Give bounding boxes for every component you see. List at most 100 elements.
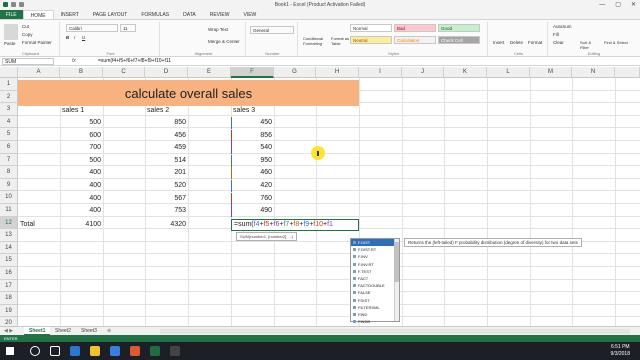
autocomplete-item[interactable]: FACTDOUBLE bbox=[351, 282, 399, 289]
autocomplete-item[interactable]: F.INV.RT bbox=[351, 261, 399, 268]
data-cell-sales1[interactable]: 400 bbox=[60, 180, 101, 192]
data-cell-sales3[interactable]: 420 bbox=[231, 180, 272, 192]
task-view-icon[interactable] bbox=[50, 346, 60, 356]
column-header[interactable]: J bbox=[402, 67, 444, 78]
tab-review[interactable]: REVIEW bbox=[203, 10, 237, 19]
data-cell-sales1[interactable]: 500 bbox=[60, 117, 101, 129]
header-sales2[interactable]: sales 2 bbox=[147, 105, 169, 117]
column-header[interactable]: G bbox=[274, 67, 316, 78]
row-header[interactable]: 3 bbox=[0, 103, 18, 116]
column-header[interactable]: D bbox=[145, 67, 188, 78]
tab-view[interactable]: VIEW bbox=[236, 10, 263, 19]
autocomplete-item[interactable]: F.INV bbox=[351, 253, 399, 260]
row-header[interactable]: 9 bbox=[0, 178, 18, 192]
row-header[interactable]: 8 bbox=[0, 166, 18, 179]
style-normal[interactable]: Normal bbox=[350, 24, 392, 32]
data-cell-sales1[interactable]: 400 bbox=[60, 167, 101, 179]
total-label[interactable]: Total bbox=[20, 219, 35, 231]
autocomplete-item[interactable]: FALSE bbox=[351, 289, 399, 296]
function-tooltip[interactable]: SUM(number1, [number2], ...) bbox=[236, 232, 298, 241]
row-header[interactable]: 10 bbox=[0, 191, 18, 204]
row-header[interactable]: 6 bbox=[0, 141, 18, 154]
copy-button[interactable]: Copy bbox=[22, 32, 33, 37]
column-header[interactable]: E bbox=[188, 67, 231, 78]
tab-data[interactable]: DATA bbox=[176, 10, 203, 19]
search-icon[interactable] bbox=[30, 346, 40, 356]
data-cell-sales2[interactable]: 459 bbox=[145, 142, 186, 154]
data-cell-sales3[interactable]: 950 bbox=[231, 154, 272, 167]
data-cell-sales3[interactable]: 760 bbox=[231, 192, 272, 205]
autosum-button[interactable]: AutoSum bbox=[553, 24, 572, 29]
column-header[interactable]: H bbox=[316, 67, 359, 78]
autocomplete-scrollbar[interactable] bbox=[394, 239, 399, 321]
data-cell-sales2[interactable]: 850 bbox=[145, 117, 186, 129]
data-cell-sales3[interactable]: 490 bbox=[231, 205, 272, 218]
maximize-button[interactable]: ▢ bbox=[615, 0, 621, 10]
bold-button[interactable]: B bbox=[66, 35, 69, 40]
select-all-corner[interactable] bbox=[0, 67, 18, 78]
row-header[interactable]: 15 bbox=[0, 254, 18, 267]
row-header[interactable]: 13 bbox=[0, 229, 18, 242]
autocomplete-item[interactable]: FDIST bbox=[351, 297, 399, 304]
data-cell-sales2[interactable]: 753 bbox=[145, 205, 186, 217]
formula-input[interactable]: =sum(f4+f5+f6+f7+f8+f9+f10+f11 bbox=[98, 57, 171, 66]
excel-taskbar-icon[interactable] bbox=[150, 346, 160, 356]
delete-cells-button[interactable]: Delete bbox=[510, 40, 523, 45]
paste-icon[interactable] bbox=[4, 24, 18, 40]
data-cell-sales2[interactable]: 514 bbox=[145, 155, 186, 167]
clear-button[interactable]: Clear bbox=[553, 40, 564, 45]
style-neutral[interactable]: Neutral bbox=[350, 36, 392, 44]
row-header[interactable]: 4 bbox=[0, 115, 18, 129]
minimize-button[interactable]: — bbox=[599, 0, 605, 10]
data-cell-sales3[interactable]: 540 bbox=[231, 142, 272, 155]
close-button[interactable]: ✕ bbox=[631, 0, 636, 10]
font-size-select[interactable]: 11 bbox=[120, 24, 136, 32]
data-cell-sales1[interactable]: 500 bbox=[60, 155, 101, 167]
row-header[interactable]: 1 bbox=[0, 78, 18, 91]
total-sales1[interactable]: 4100 bbox=[60, 219, 101, 231]
underline-button[interactable]: U bbox=[82, 35, 85, 40]
wrap-text-button[interactable]: Wrap Text bbox=[208, 27, 228, 32]
row-header[interactable]: 5 bbox=[0, 128, 18, 141]
data-cell-sales2[interactable]: 567 bbox=[145, 193, 186, 205]
tab-file[interactable]: FILE bbox=[0, 10, 23, 19]
data-cell-sales2[interactable]: 456 bbox=[145, 130, 186, 142]
autocomplete-item[interactable]: F.DIST.RT bbox=[351, 246, 399, 253]
header-sales3[interactable]: sales 3 bbox=[233, 105, 255, 117]
style-check-cell[interactable]: Check Cell bbox=[438, 36, 480, 44]
chrome-browser-icon[interactable] bbox=[130, 346, 140, 356]
format-painter-button[interactable]: Format Painter bbox=[22, 40, 52, 45]
row-header[interactable]: 16 bbox=[0, 267, 18, 280]
font-name-select[interactable]: Calibri bbox=[66, 24, 118, 32]
column-header[interactable]: K bbox=[444, 67, 487, 78]
column-header[interactable]: C bbox=[103, 67, 145, 78]
row-header[interactable]: 2 bbox=[0, 90, 18, 104]
tab-page-layout[interactable]: PAGE LAYOUT bbox=[86, 10, 135, 19]
row-header[interactable]: 17 bbox=[0, 279, 18, 293]
format-as-table-button[interactable]: Format as Table bbox=[331, 36, 351, 46]
italic-button[interactable]: I bbox=[74, 35, 75, 40]
scrollbar-thumb[interactable] bbox=[394, 242, 399, 282]
column-header-active[interactable]: F bbox=[231, 67, 274, 78]
sort-filter-button[interactable]: Sort & Filter bbox=[580, 40, 600, 50]
autocomplete-item[interactable]: FINDB bbox=[351, 318, 399, 325]
column-header[interactable]: N bbox=[572, 67, 615, 78]
data-cell-sales1[interactable]: 400 bbox=[60, 193, 101, 205]
data-cell-sales3[interactable]: 460 bbox=[231, 167, 272, 180]
column-header[interactable]: L bbox=[487, 67, 530, 78]
autocomplete-item[interactable]: FACT bbox=[351, 275, 399, 282]
column-header[interactable]: I bbox=[359, 67, 402, 78]
column-header[interactable]: M bbox=[530, 67, 572, 78]
fill-button[interactable]: Fill bbox=[553, 32, 559, 37]
row-header[interactable]: 7 bbox=[0, 153, 18, 167]
store-icon[interactable] bbox=[110, 346, 120, 356]
style-good[interactable]: Good bbox=[438, 24, 480, 32]
paste-button[interactable]: Paste bbox=[4, 41, 16, 46]
tab-insert[interactable]: INSERT bbox=[54, 10, 86, 19]
edge-browser-icon[interactable] bbox=[70, 346, 80, 356]
column-header[interactable]: B bbox=[60, 67, 103, 78]
data-cell-sales1[interactable]: 600 bbox=[60, 130, 101, 142]
autocomplete-item[interactable]: F.DIST bbox=[351, 239, 399, 247]
taskbar-clock[interactable]: 6:51 PM 9/3/2018 bbox=[611, 344, 630, 358]
number-format-select[interactable]: General bbox=[250, 26, 294, 34]
